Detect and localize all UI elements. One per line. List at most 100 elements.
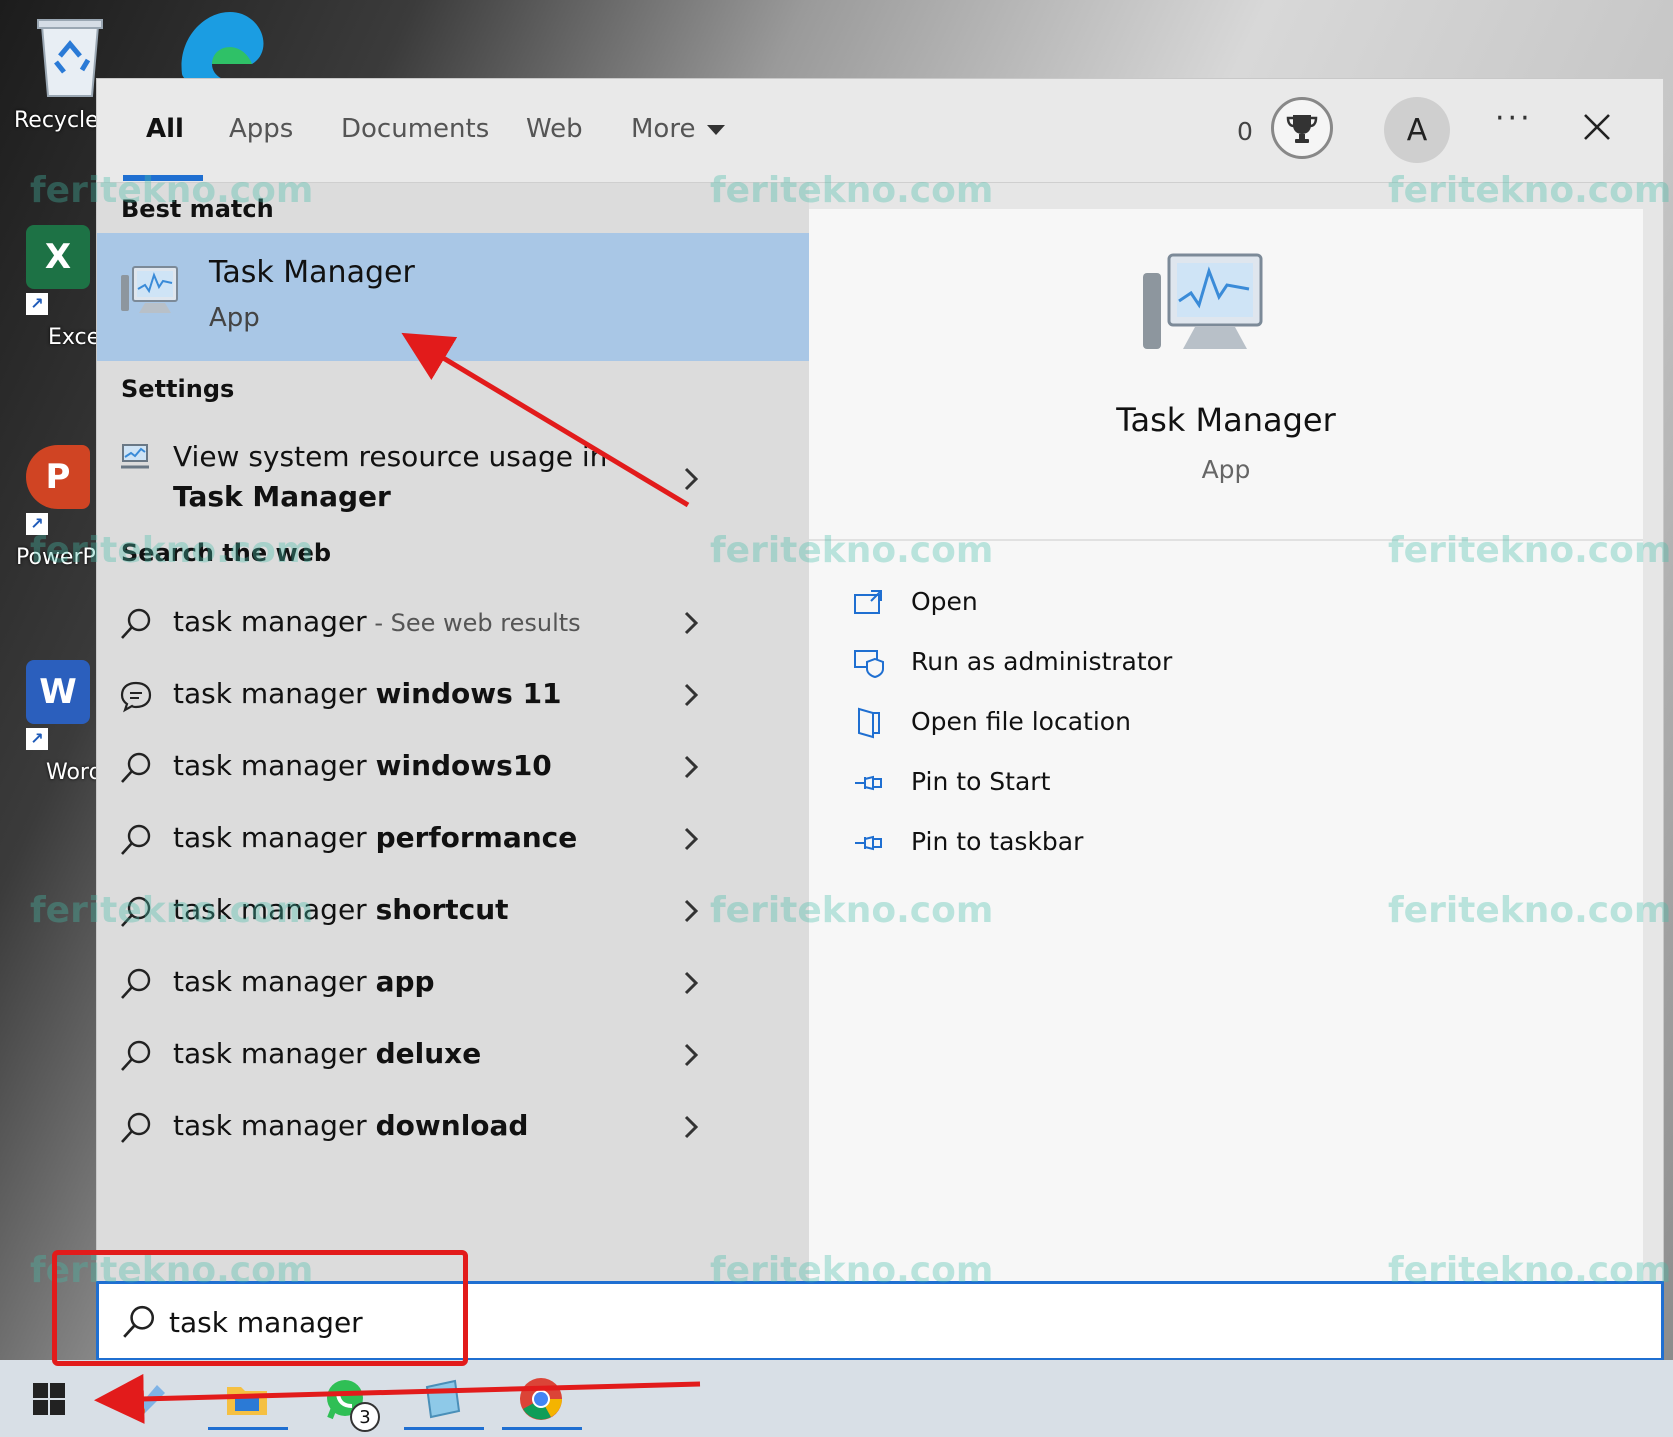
rewards-points: 0 [1237,117,1253,146]
chevron-right-icon [684,1043,699,1067]
web-query: task manager [173,893,367,926]
trophy-icon [1286,115,1318,143]
taskbar-app-whatsapp[interactable]: 3 [314,1368,380,1432]
best-match-type: App [209,303,260,333]
web-result-hint: - See web results [366,609,581,637]
web-suggestion-bold: app [375,965,435,998]
preview-app-type: App [1201,455,1251,484]
search-box[interactable] [96,1281,1664,1361]
taskbar-app-paint[interactable] [118,1368,180,1430]
web-result-text: task manager - See web results [173,605,581,638]
web-query: task manager [173,821,367,854]
settings-item-resource-usage[interactable]: View system resource usage in Task Manag… [97,429,809,525]
chevron-right-icon [684,971,699,995]
chevron-right-icon [684,827,699,851]
search-icon [121,824,151,855]
web-query: task manager [173,1037,367,1070]
web-suggestion-text: task manager shortcut [173,893,509,926]
taskbar: 3 [0,1360,1673,1437]
shortcut-arrow-icon: ↗ [26,513,48,535]
search-icon [121,608,151,639]
chevron-right-icon [684,755,699,779]
open-window-icon [854,590,882,614]
preview-divider [809,539,1643,541]
web-suggestion-bold: windows10 [375,749,552,782]
web-suggestion-text: task manager download [173,1109,528,1142]
desktop-icon-excel[interactable]: X ↗ Exce [0,225,100,350]
chevron-right-icon [684,1115,699,1139]
chrome-icon [520,1378,562,1420]
start-button[interactable] [18,1368,80,1430]
close-icon[interactable] [1577,107,1617,147]
web-suggestion-text: task manager performance [173,821,577,854]
web-suggestion-2[interactable]: task manager windows10 [97,735,809,799]
web-suggestion-4[interactable]: task manager shortcut [97,879,809,943]
tab-more[interactable]: More [631,114,726,144]
web-suggestion-bold: performance [375,821,578,854]
tab-all[interactable]: All [146,114,184,144]
section-search-web: Search the web [121,539,332,567]
web-suggestion-bold: deluxe [375,1037,482,1070]
chevron-right-icon [684,611,699,635]
search-icon [123,1305,155,1338]
task-manager-icon [121,266,178,313]
web-suggestion-1[interactable]: task manager windows 11 [97,663,809,727]
account-avatar[interactable]: A [1384,97,1450,163]
search-icon [121,752,151,783]
chat-icon [120,681,152,713]
desktop-icon-powerpoint[interactable]: P ↗ PowerP [0,445,96,570]
web-suggestion-5[interactable]: task manager app [97,951,809,1015]
web-suggestion-text: task manager app [173,965,435,998]
preview-app-name: Task Manager [1116,401,1336,439]
best-match-task-manager[interactable]: Task Manager App [97,233,809,361]
results-list: Best match Task Manager App Settings Vie… [97,183,809,1361]
active-tab-indicator [123,175,203,181]
settings-item-bold: Task Manager [173,480,391,513]
web-suggestion-text: task manager deluxe [173,1037,481,1070]
taskbar-app-file-explorer[interactable] [208,1368,288,1430]
search-filter-bar: All Apps Documents Web More 0 A ··· [97,79,1663,183]
web-query: task manager [173,1109,367,1142]
tab-apps[interactable]: Apps [229,114,293,144]
web-suggestion-bold: download [375,1109,529,1142]
web-suggestion-6[interactable]: task manager deluxe [97,1023,809,1087]
paint-icon [133,1385,165,1417]
more-options-button[interactable]: ··· [1495,101,1533,136]
action-label: Open file location [911,707,1131,736]
web-suggestion-7[interactable]: task manager download [97,1095,809,1159]
taskbar-app-chrome[interactable] [502,1368,582,1430]
caret-down-icon [707,124,726,135]
web-suggestion-text: task manager windows 11 [173,677,562,710]
search-icon [121,1040,151,1071]
rewards-button[interactable] [1271,97,1333,159]
notification-badge: 3 [350,1402,380,1432]
action-label: Open [911,587,978,616]
settings-item-prefix: View system resource usage in [173,440,608,473]
search-panel: All Apps Documents Web More 0 A ··· Best… [96,78,1664,1361]
taskbar-app-notepad[interactable] [404,1368,484,1430]
desktop-icon-recycle-bin[interactable]: Recycle [0,10,103,140]
edge-icon[interactable] [172,4,272,84]
web-result-see-results[interactable]: task manager - See web results [97,591,809,655]
notepad-icon [425,1379,461,1419]
web-suggestion-bold: windows 11 [375,677,562,710]
settings-item-text: View system resource usage in Task Manag… [173,437,643,517]
web-suggestion-3[interactable]: task manager performance [97,807,809,871]
tab-web[interactable]: Web [526,114,583,144]
folder-icon [858,707,880,739]
web-query: task manager [173,605,367,638]
settings-monitor-icon [121,444,149,469]
folder-icon [227,1387,267,1415]
powerpoint-icon: P [26,445,90,509]
chevron-right-icon [684,683,699,707]
tab-documents[interactable]: Documents [341,114,489,144]
web-suggestion-bold: shortcut [375,893,509,926]
windows-logo-icon [33,1383,65,1415]
running-indicator [208,1427,288,1430]
web-query: task manager [173,965,367,998]
excel-icon: X [26,225,90,289]
shortcut-arrow-icon: ↗ [26,293,48,315]
desktop-icon-word[interactable]: W ↗ Word [0,660,103,785]
search-input[interactable] [169,1300,769,1344]
chevron-right-icon [684,467,699,491]
